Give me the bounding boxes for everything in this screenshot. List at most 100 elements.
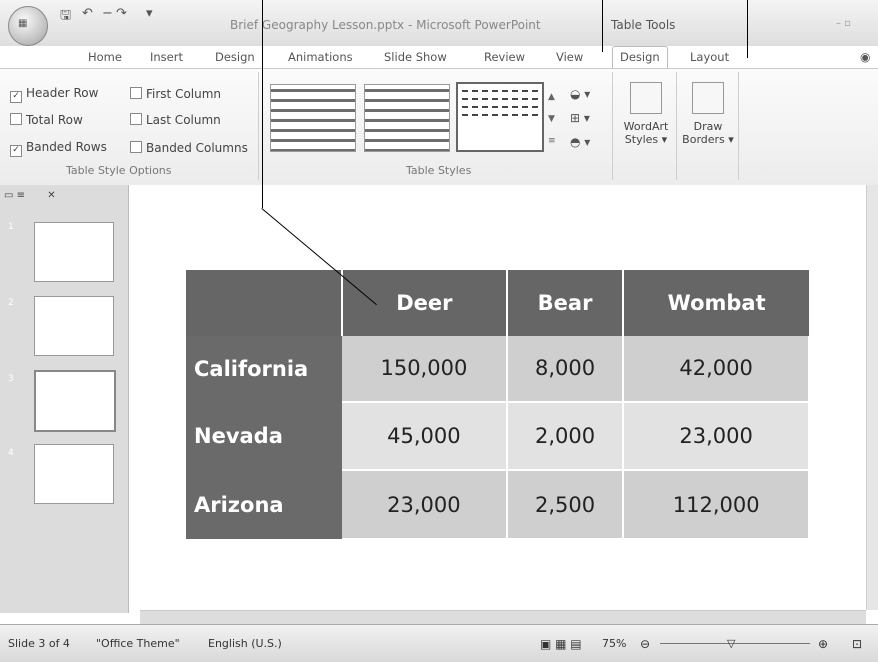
- slide-indicator: Slide 3 of 4: [8, 637, 70, 650]
- office-button[interactable]: ▦: [8, 6, 48, 46]
- table-header-cell[interactable]: Wombat: [623, 270, 809, 336]
- slide-thumbnail-4[interactable]: [34, 444, 114, 504]
- redo-icon[interactable]: ↷: [116, 6, 127, 21]
- undo-icon[interactable]: ↶: [82, 6, 93, 21]
- banded-rows-option[interactable]: ✓ Banded Rows: [10, 140, 107, 157]
- tab-view[interactable]: View: [556, 50, 583, 64]
- row-header-cell[interactable]: Arizona: [186, 470, 342, 539]
- style-line: [462, 114, 538, 116]
- tab-review[interactable]: Review: [484, 50, 525, 64]
- style-line: [462, 90, 538, 92]
- row-header-cell[interactable]: California: [186, 336, 342, 402]
- table-cell[interactable]: 2,500: [506, 470, 625, 540]
- data-table[interactable]: Deer Bear Wombat California 150,000 8,00…: [186, 270, 810, 540]
- group-divider: [612, 72, 613, 180]
- tab-slide-show[interactable]: Slide Show: [384, 50, 447, 64]
- slide-thumbnail-2[interactable]: [34, 296, 114, 356]
- callout-line: [602, 0, 603, 52]
- table-cell[interactable]: 23,000: [623, 401, 810, 472]
- tab-home[interactable]: Home: [88, 50, 122, 64]
- vertical-scrollbar[interactable]: [866, 185, 878, 610]
- zoom-slider-thumb[interactable]: ▽: [727, 637, 735, 650]
- tab-animations[interactable]: Animations: [288, 50, 353, 64]
- panel-tabs[interactable]: ▭ ≡ ✕: [4, 190, 56, 201]
- table-row: Arizona 23,000 2,500 112,000: [186, 470, 810, 540]
- effects-icon[interactable]: ◓ ▾: [570, 135, 590, 149]
- borders-icon[interactable]: ⊞ ▾: [570, 111, 590, 125]
- option-label: Banded Columns: [146, 141, 248, 155]
- tab-table-design[interactable]: Design: [612, 46, 668, 68]
- draw-borders-label: Draw: [693, 120, 723, 133]
- style-line: [462, 106, 538, 108]
- header-row-checkbox[interactable]: ✓: [10, 91, 22, 103]
- banded-columns-option[interactable]: Banded Columns: [130, 140, 248, 155]
- shading-icon[interactable]: ◒ ▾: [570, 87, 590, 101]
- table-style-1[interactable]: [270, 84, 356, 152]
- view-buttons[interactable]: ▣ ▦ ▤: [540, 637, 582, 651]
- table-cell[interactable]: 23,000: [342, 470, 508, 540]
- slide-number: 3: [8, 374, 14, 384]
- wordart-label: WordArt: [623, 120, 669, 133]
- table-styles-label: Table Styles: [406, 164, 472, 177]
- group-divider: [676, 72, 677, 180]
- help-icon[interactable]: ◉: [860, 50, 870, 64]
- table-header-cell[interactable]: Deer: [342, 270, 508, 336]
- first-column-checkbox[interactable]: [130, 87, 142, 99]
- style-line: [462, 98, 538, 100]
- zoom-in-icon[interactable]: ⊕: [818, 637, 828, 651]
- table-cell[interactable]: 45,000: [342, 401, 508, 472]
- tab-design[interactable]: Design: [215, 50, 255, 64]
- tab-insert[interactable]: Insert: [150, 50, 183, 64]
- draw-borders-label: Borders ▾: [682, 133, 734, 146]
- option-label: First Column: [146, 87, 222, 101]
- wordart-icon: [630, 82, 662, 114]
- table-header-cell[interactable]: [186, 270, 343, 336]
- table-tools-context-label: Table Tools: [611, 18, 676, 32]
- draw-borders-button[interactable]: Draw Borders ▾: [682, 82, 734, 146]
- banded-columns-checkbox[interactable]: [130, 141, 142, 153]
- total-row-checkbox[interactable]: [10, 113, 22, 125]
- table-header-cell[interactable]: Bear: [506, 270, 625, 336]
- table-style-options-label: Table Style Options: [66, 164, 172, 177]
- horizontal-scrollbar[interactable]: [140, 610, 866, 625]
- table-row: California 150,000 8,000 42,000: [186, 336, 810, 403]
- styles-scroll-arrows[interactable]: ▲ ▼ ≡: [548, 86, 556, 152]
- fit-to-window-icon[interactable]: ⊡: [852, 637, 862, 651]
- zoom-level[interactable]: 75%: [602, 637, 626, 650]
- zoom-out-icon[interactable]: ⊖: [640, 637, 650, 651]
- save-icon[interactable]: 🖫: [60, 6, 71, 28]
- table-row: Nevada 45,000 2,000 23,000: [186, 401, 810, 472]
- window-controls[interactable]: – ▫: [836, 18, 851, 29]
- undo-dropdown-icon[interactable]: −: [102, 6, 113, 21]
- pencil-icon: [692, 82, 724, 114]
- theme-name: "Office Theme": [96, 637, 180, 650]
- last-column-checkbox[interactable]: [130, 113, 142, 125]
- table-style-2[interactable]: [364, 84, 450, 152]
- table-cell[interactable]: 150,000: [342, 336, 508, 403]
- table-cell[interactable]: 8,000: [506, 336, 625, 403]
- slide-thumbnail-3-selected[interactable]: [34, 370, 116, 432]
- row-header-cell[interactable]: Nevada: [186, 401, 342, 471]
- table-style-3-selected[interactable]: [456, 82, 544, 152]
- table-cell[interactable]: 112,000: [623, 470, 810, 540]
- wordart-styles-button[interactable]: WordArt Styles ▾: [620, 82, 672, 146]
- document-title: Brief Geography Lesson.pptx - Microsoft …: [230, 18, 541, 32]
- first-column-option[interactable]: First Column: [130, 86, 221, 101]
- tab-table-layout[interactable]: Layout: [690, 50, 729, 64]
- slide-number: 4: [8, 448, 14, 458]
- last-column-option[interactable]: Last Column: [130, 112, 221, 127]
- office-logo-icon: ▦: [18, 18, 28, 29]
- banded-rows-checkbox[interactable]: ✓: [10, 145, 22, 157]
- slide-number: 1: [8, 222, 14, 232]
- total-row-option[interactable]: Total Row: [10, 112, 83, 127]
- option-label: Banded Rows: [26, 140, 107, 154]
- slide-thumbnail-1[interactable]: [34, 222, 114, 282]
- table-cell[interactable]: 42,000: [623, 336, 810, 403]
- group-divider: [738, 72, 739, 180]
- language-indicator[interactable]: English (U.S.): [208, 637, 282, 650]
- header-row-option[interactable]: ✓ Header Row: [10, 86, 98, 103]
- slide-number: 2: [8, 298, 14, 308]
- customize-qat-icon[interactable]: ▾: [146, 6, 153, 21]
- table-cell[interactable]: 2,000: [506, 401, 625, 472]
- table-format-buttons[interactable]: ◒ ▾ ⊞ ▾ ◓ ▾: [570, 82, 590, 154]
